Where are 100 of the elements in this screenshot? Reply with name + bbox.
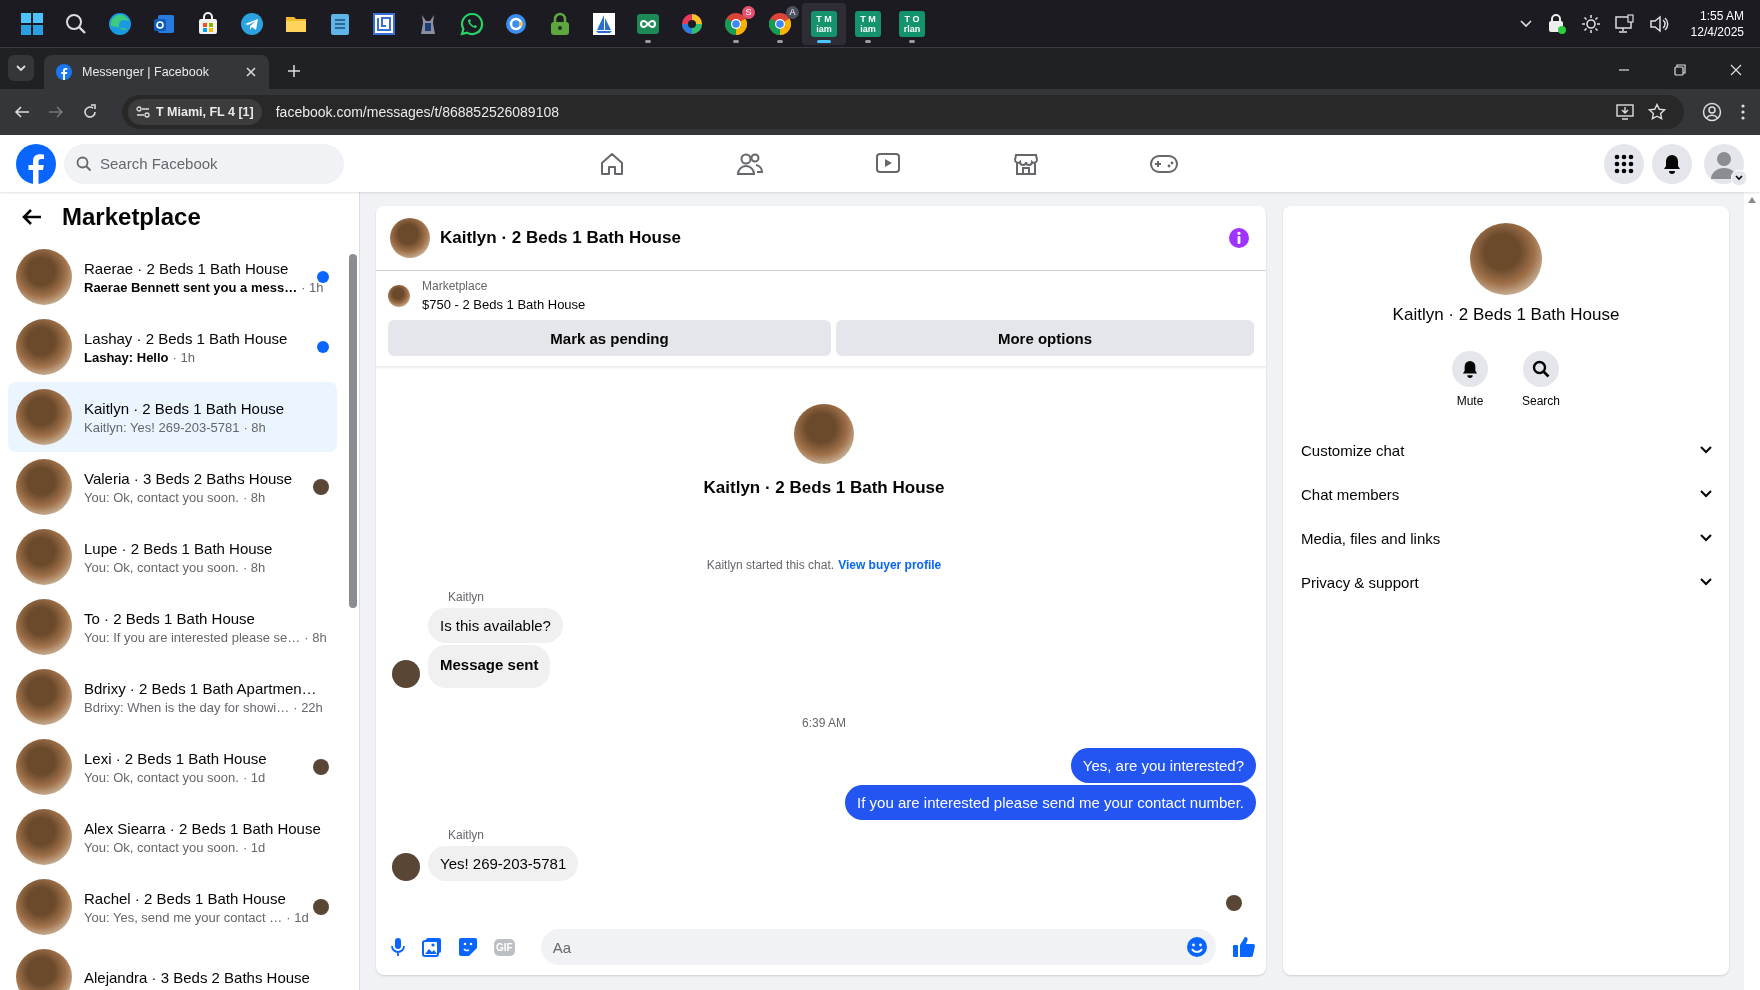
conversation-item[interactable]: Valeria · 3 Beds 2 Baths House You: Ok, contact you soon. · 8h bbox=[8, 452, 337, 522]
speaker-icon[interactable] bbox=[1648, 13, 1669, 34]
facebook-favicon-icon bbox=[56, 64, 72, 80]
listing-action-button[interactable]: Mark as pending bbox=[388, 320, 832, 356]
app-tile-icon: T O rlan bbox=[899, 10, 925, 37]
address-bar[interactable]: T Miami, FL 4 [1] facebook.com/messages/t/868852526089108 bbox=[122, 95, 1684, 129]
app-tile-icon: T M iam bbox=[855, 10, 881, 37]
incoming-message: Message sent bbox=[428, 645, 551, 688]
listing-action-button[interactable]: More options bbox=[836, 320, 1254, 356]
conversation-item[interactable]: Lashay · 2 Beds 1 Bath House Lashay: Hello · 1h bbox=[8, 312, 337, 382]
chat-bubble-icon bbox=[460, 11, 484, 36]
brightness-icon[interactable] bbox=[1580, 13, 1601, 34]
profile-badge: S bbox=[742, 5, 755, 19]
color-wheel-icon bbox=[681, 12, 703, 35]
listing-photo-placeholder bbox=[16, 879, 72, 935]
taskbar-app-button[interactable]: T O rlan bbox=[890, 2, 934, 45]
message-preview: You: Ok, contact you soon. bbox=[84, 769, 239, 785]
tab-list-button[interactable] bbox=[8, 55, 34, 81]
maze-icon bbox=[373, 12, 395, 35]
microphone-icon[interactable] bbox=[390, 937, 406, 957]
close-icon[interactable] bbox=[245, 66, 257, 78]
profile-icon[interactable] bbox=[1702, 102, 1722, 122]
thumbs-up-icon[interactable] bbox=[1232, 935, 1256, 959]
conversation-item[interactable]: Kaitlyn · 2 Beds 1 Bath House Kaitlyn: Yes! 269-203-5781 · 8h bbox=[8, 382, 337, 452]
conversation-name: Alejandra · 3 Beds 2 Baths House bbox=[84, 968, 311, 986]
site-info-chip[interactable]: T Miami, FL 4 [1] bbox=[128, 99, 262, 125]
conversation-item[interactable]: Lexi · 2 Beds 1 Bath House You: Ok, contact you soon. · 1d bbox=[8, 732, 337, 802]
browser-icon bbox=[108, 11, 132, 36]
unread-dot bbox=[317, 271, 329, 283]
sticker-icon[interactable] bbox=[458, 937, 478, 957]
search-icon bbox=[1532, 360, 1550, 378]
conversation-item[interactable]: Bdrixy · 2 Beds 1 Bath Apartmen… Bdrixy: When is the day for showi… · 22h bbox=[8, 662, 337, 732]
outgoing-message: If you are interested please send me your contact number. bbox=[845, 785, 1256, 820]
listing-photo-placeholder bbox=[16, 389, 72, 445]
sailboat-icon bbox=[592, 11, 616, 36]
chevron-down-icon bbox=[1699, 533, 1713, 543]
view-buyer-profile-link[interactable]: View buyer profile bbox=[838, 558, 942, 572]
chevron-up-icon[interactable] bbox=[1518, 18, 1533, 29]
conversation-name: Lupe · 2 Beds 1 Bath House bbox=[84, 539, 274, 557]
chat-details-title: Kaitlyn · 2 Beds 1 Bath House bbox=[1392, 305, 1620, 325]
notifications-button[interactable] bbox=[1652, 143, 1692, 184]
emoji-icon[interactable] bbox=[1186, 936, 1208, 958]
listing-photo-placeholder bbox=[16, 599, 72, 655]
url-text: facebook.com/messages/t/868852526089108 bbox=[275, 104, 560, 120]
monitor-icon[interactable] bbox=[1614, 13, 1635, 34]
message-input[interactable]: Aa bbox=[540, 929, 1216, 965]
details-section-row[interactable]: Media, files and links bbox=[1299, 516, 1713, 560]
conversation-name: Raerae · 2 Beds 1 Bath House bbox=[84, 259, 290, 277]
back-arrow-icon[interactable] bbox=[22, 208, 42, 226]
install-app-icon[interactable] bbox=[1616, 103, 1634, 121]
taskbar-app-button[interactable]: S bbox=[714, 2, 758, 45]
details-section-row[interactable]: Privacy & support bbox=[1299, 560, 1713, 604]
clock[interactable]: 1:55 AM 12/4/2025 bbox=[1690, 7, 1744, 40]
incoming-message: Is this available? bbox=[428, 608, 563, 643]
conversation-item[interactable]: Alex Siearra · 2 Beds 1 Bath House You: Ok, contact you soon. · 1d bbox=[8, 802, 337, 872]
caret-icon bbox=[15, 64, 27, 72]
tab-title: Messenger | Facebook bbox=[82, 65, 210, 79]
details-section-row[interactable]: Customize chat bbox=[1299, 428, 1713, 472]
person-silhouette-icon bbox=[1704, 143, 1744, 184]
conversation-name: Bdrixy · 2 Beds 1 Bath Apartmen… bbox=[84, 679, 318, 697]
infinity-icon bbox=[636, 11, 660, 36]
lock-icon[interactable] bbox=[1546, 12, 1567, 35]
back-icon[interactable] bbox=[14, 104, 30, 120]
reload-icon[interactable] bbox=[82, 104, 98, 120]
listing-photo-placeholder bbox=[16, 319, 72, 375]
conversation-item[interactable]: Rachel · 2 Beds 1 Bath House You: Yes, send me your contact … · 1d bbox=[8, 872, 337, 942]
taskbar-app-button[interactable]: A bbox=[758, 2, 802, 45]
listing-photo-placeholder bbox=[16, 249, 72, 305]
image-icon[interactable] bbox=[422, 937, 442, 957]
apps-menu-button[interactable] bbox=[1604, 143, 1644, 184]
browser-tab[interactable]: Messenger | Facebook bbox=[44, 55, 269, 89]
sliders-icon bbox=[136, 106, 150, 118]
close-icon[interactable] bbox=[1730, 64, 1742, 76]
search-field[interactable]: Search Facebook bbox=[64, 143, 344, 184]
taskbar-app-button[interactable]: T M iam bbox=[802, 2, 846, 45]
conversation-item[interactable]: Alejandra · 3 Beds 2 Baths House bbox=[8, 942, 337, 990]
caret-icon bbox=[1734, 173, 1744, 182]
restore-icon[interactable] bbox=[1674, 64, 1686, 76]
details-section-row[interactable]: Chat members bbox=[1299, 472, 1713, 516]
facebook-logo-icon[interactable] bbox=[16, 143, 56, 184]
app-tile-icon: T M iam bbox=[811, 10, 837, 37]
bell-icon bbox=[1462, 360, 1478, 378]
notepad-icon bbox=[329, 11, 351, 36]
conversation-item[interactable]: Lupe · 2 Beds 1 Bath House You: Ok, contact you soon. · 8h bbox=[8, 522, 337, 592]
info-icon[interactable] bbox=[1228, 227, 1250, 249]
chevron-down-icon bbox=[1699, 489, 1713, 499]
message-timestamp: 6:39 AM bbox=[802, 716, 846, 730]
new-tab-icon[interactable] bbox=[287, 64, 301, 78]
message-time: · 1d bbox=[242, 769, 266, 785]
conversation-item[interactable]: Raerae · 2 Beds 1 Bath House Raerae Bennett sent you a mess… · 1h bbox=[8, 242, 337, 312]
message-time: · 1d bbox=[286, 909, 309, 925]
forward-icon[interactable] bbox=[48, 104, 64, 120]
taskbar-app-button[interactable]: T M iam bbox=[846, 2, 890, 45]
search-icon bbox=[76, 155, 92, 172]
menu-icon[interactable] bbox=[1740, 103, 1746, 121]
scroll-up-arrow-icon[interactable] bbox=[1747, 196, 1757, 204]
conversation-item[interactable]: To · 2 Beds 1 Bath House You: If you are interested please se… · 8h bbox=[8, 592, 337, 662]
seen-avatar bbox=[1226, 895, 1242, 911]
star-icon[interactable] bbox=[1648, 103, 1666, 121]
conversation-name: To · 2 Beds 1 Bath House bbox=[84, 609, 256, 627]
